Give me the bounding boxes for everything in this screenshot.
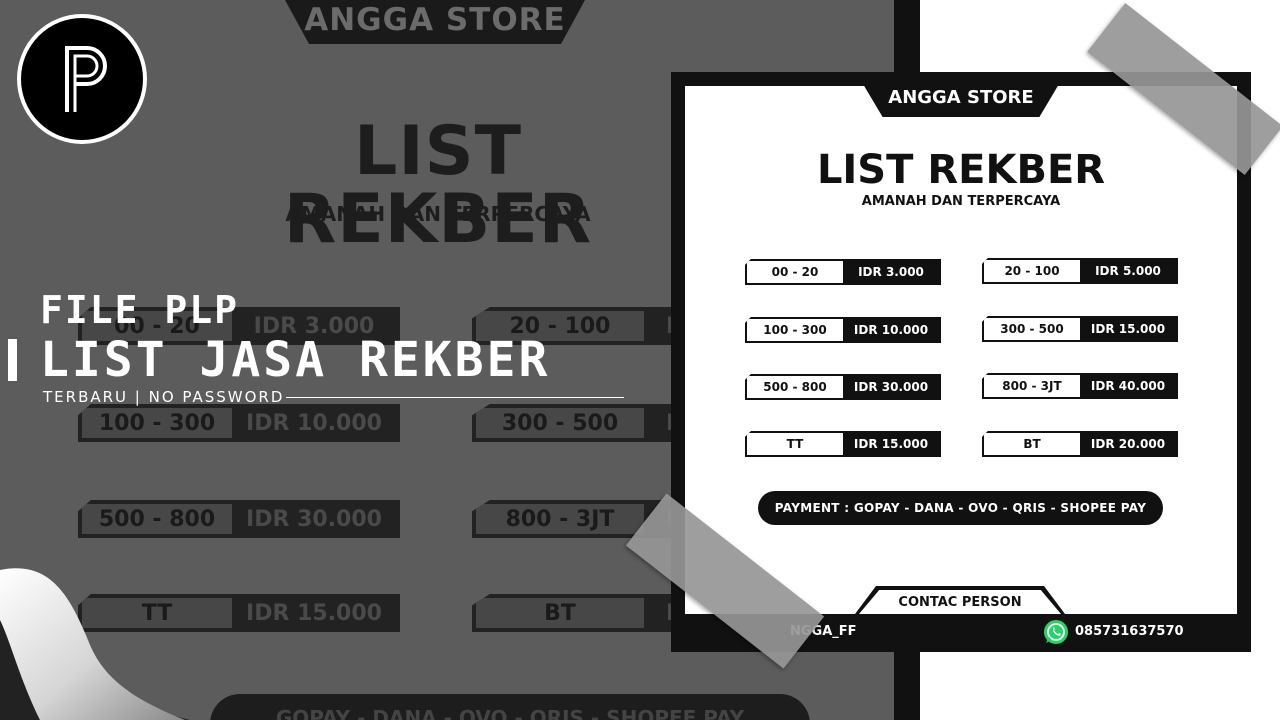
card-header-text: ANGGA STORE bbox=[888, 87, 1034, 108]
card-body: ANGGA STORE LIST REKBER AMANAH DAN TERPE… bbox=[685, 84, 1237, 652]
rate-row: 300 - 500 IDR 15.000 bbox=[982, 316, 1178, 342]
background-rate-range: 800 - 3JT bbox=[476, 504, 644, 534]
rate-range: 800 - 3JT bbox=[984, 375, 1080, 397]
rate-price: IDR 15.000 bbox=[1080, 318, 1176, 340]
rate-row: 100 - 300 IDR 10.000 bbox=[745, 317, 941, 343]
rate-range: BT bbox=[984, 433, 1080, 455]
rate-range: 00 - 20 bbox=[747, 261, 843, 283]
rate-price: IDR 10.000 bbox=[843, 319, 939, 341]
contact-person-label: CONTAC PERSON bbox=[859, 590, 1061, 614]
background-rate-price: IDR 15.000 bbox=[232, 598, 396, 628]
rate-price: IDR 15.000 bbox=[843, 433, 939, 455]
background-rate-row: 100 - 300 IDR 10.000 bbox=[78, 404, 400, 442]
rate-row: 00 - 20 IDR 3.000 bbox=[745, 259, 941, 285]
background-header-text: ANGGA STORE bbox=[304, 2, 566, 38]
background-rate-price: IDR 30.000 bbox=[232, 504, 396, 534]
rate-range: 20 - 100 bbox=[984, 260, 1080, 282]
page-curl bbox=[0, 568, 190, 720]
background-rate-price: IDR 10.000 bbox=[232, 408, 396, 438]
rate-row: BT IDR 20.000 bbox=[982, 431, 1178, 457]
card-header-tab: ANGGA STORE bbox=[863, 84, 1059, 117]
background-payment-text: GOPAY - DANA - OVO - QRIS - SHOPEE PAY bbox=[275, 706, 745, 720]
rate-price: IDR 30.000 bbox=[843, 376, 939, 398]
rate-range: 300 - 500 bbox=[984, 318, 1080, 340]
card-subtitle: AMANAH DAN TERPERCAYA bbox=[861, 194, 1061, 209]
pixellab-logo bbox=[17, 14, 147, 144]
rate-range: 100 - 300 bbox=[747, 319, 843, 341]
rate-price: IDR 3.000 bbox=[843, 261, 939, 283]
rate-row: 20 - 100 IDR 5.000 bbox=[982, 258, 1178, 284]
rate-row: 500 - 800 IDR 30.000 bbox=[745, 374, 941, 400]
overlay-tagline: TERBARU | NO PASSWORD bbox=[43, 388, 285, 406]
background-subtitle: AMANAH DAN TERPERCAYA bbox=[285, 202, 591, 226]
rate-price: IDR 40.000 bbox=[1080, 375, 1176, 397]
whatsapp-icon bbox=[1044, 620, 1068, 644]
background-header-tab: ANGGA STORE bbox=[285, 0, 585, 44]
background-title: LIST REKBER bbox=[283, 112, 593, 259]
payment-methods-bar: PAYMENT : GOPAY - DANA - OVO - QRIS - SH… bbox=[758, 491, 1163, 525]
contact-phone: 085731637570 bbox=[1075, 624, 1184, 639]
overlay-divider bbox=[286, 397, 624, 398]
overlay-file-plp: FILE PLP bbox=[40, 288, 240, 332]
rate-row: 800 - 3JT IDR 40.000 bbox=[982, 373, 1178, 399]
background-rate-range: BT bbox=[476, 598, 644, 628]
background-rate-range: 100 - 300 bbox=[82, 408, 232, 438]
rate-range: 500 - 800 bbox=[747, 376, 843, 398]
background-rate-row: 500 - 800 IDR 30.000 bbox=[78, 500, 400, 538]
rate-price: IDR 5.000 bbox=[1080, 260, 1176, 282]
rate-row: TT IDR 15.000 bbox=[745, 431, 941, 457]
background-rate-range: 500 - 800 bbox=[82, 504, 232, 534]
card-title: LIST REKBER bbox=[816, 147, 1106, 193]
rate-price: IDR 20.000 bbox=[1080, 433, 1176, 455]
background-rate-range: 300 - 500 bbox=[476, 408, 644, 438]
p-logo-icon bbox=[65, 46, 107, 112]
overlay-headline: LIST JASA REKBER bbox=[40, 332, 551, 388]
overlay-accent-bar bbox=[8, 339, 17, 381]
contact-person-tab: CONTAC PERSON bbox=[855, 586, 1065, 614]
rate-range: TT bbox=[747, 433, 843, 455]
background-payment-bar: GOPAY - DANA - OVO - QRIS - SHOPEE PAY bbox=[210, 694, 810, 720]
